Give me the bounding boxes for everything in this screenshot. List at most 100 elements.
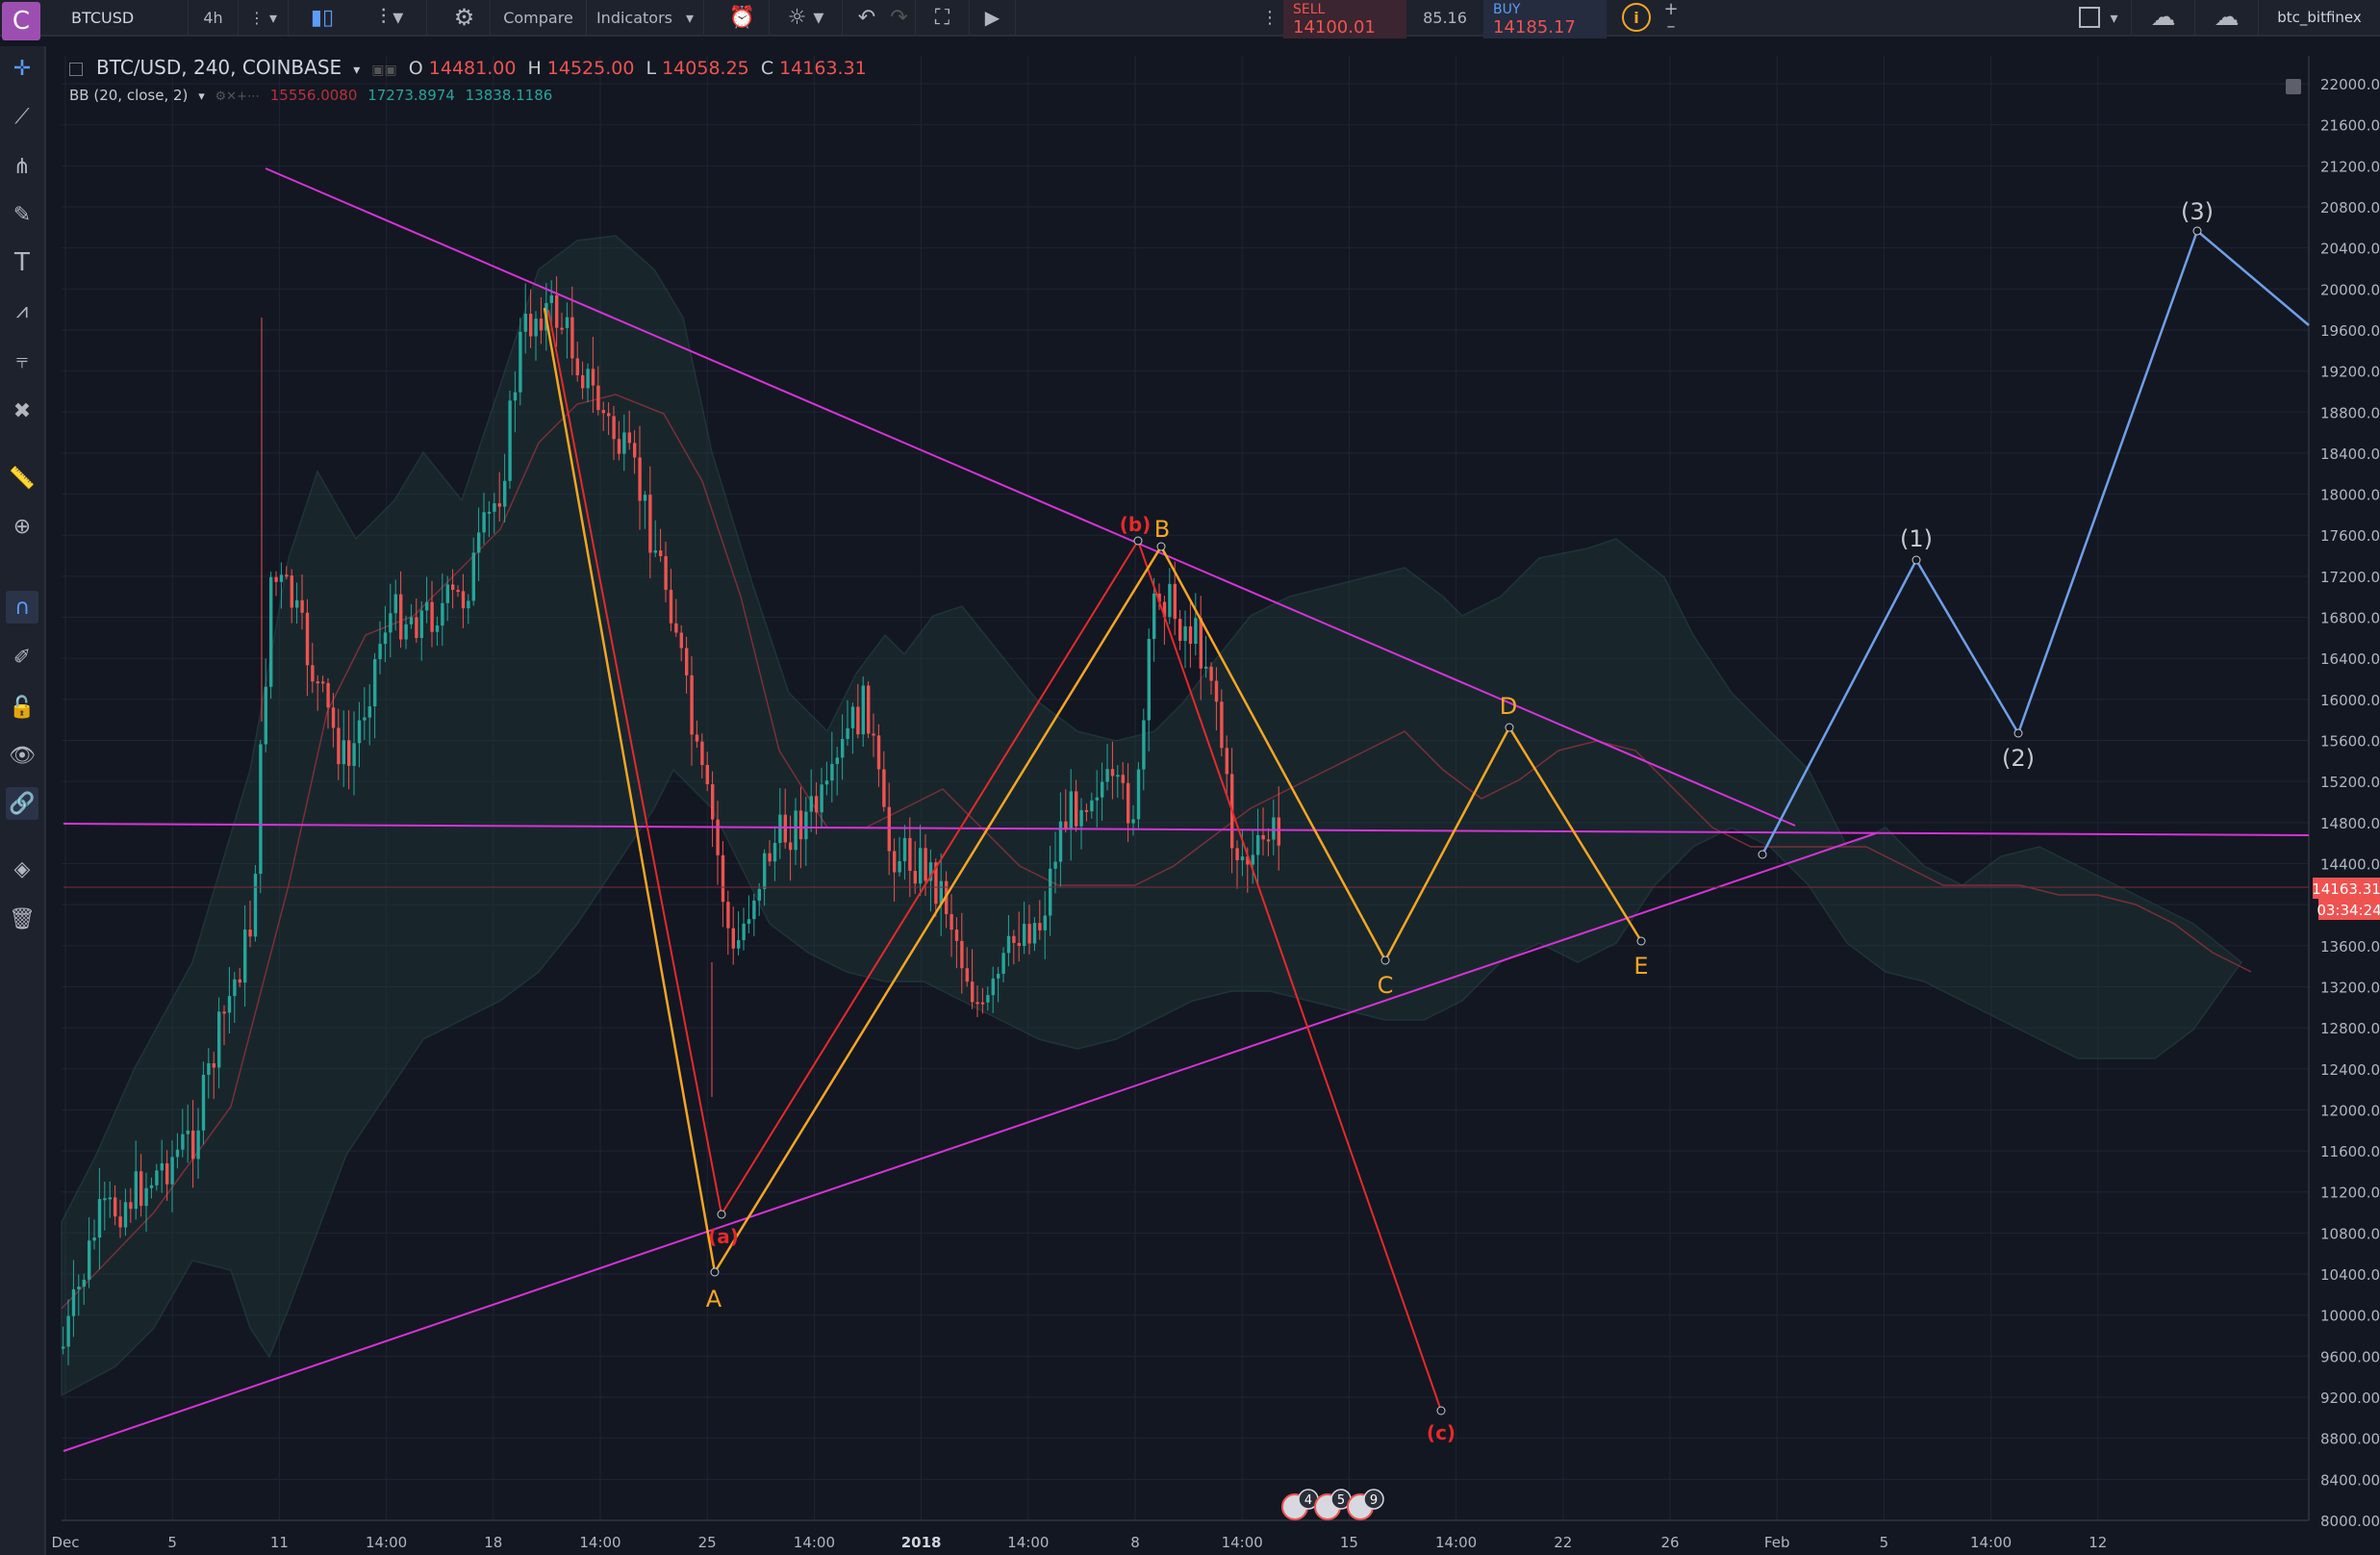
wave-label-a[interactable]: (a) (708, 1225, 739, 1248)
zoom-out-button[interactable]: – (1660, 16, 1682, 37)
wave-label-E[interactable]: E (1633, 953, 1648, 980)
interval-dropdown[interactable]: ⋮ ▾ (239, 0, 289, 35)
chevron-down-icon[interactable]: ▾ (353, 63, 360, 78)
bars-icon: ⫶ ▾ (380, 5, 404, 30)
wave-label-D[interactable]: D (1500, 693, 1517, 720)
candle-body (643, 495, 647, 501)
replay-button[interactable]: ▶ (970, 0, 1016, 35)
candle-body (898, 860, 901, 873)
save-layout-button[interactable]: ☁ (2195, 0, 2259, 35)
chart-type-button[interactable]: ⫶ ▾ (358, 0, 427, 35)
chevron-down-icon[interactable]: ▾ (198, 89, 205, 104)
ideas-button[interactable]: ☼ ▾ (770, 0, 843, 35)
compare-button[interactable]: Compare (491, 0, 587, 35)
wave-node[interactable] (1133, 536, 1143, 546)
undo-button[interactable]: ↶ (850, 0, 883, 35)
app-logo[interactable]: C (2, 2, 40, 40)
wave-node[interactable] (1380, 956, 1390, 965)
settings-button[interactable]: ⚙ (439, 0, 491, 35)
wave-label-A[interactable]: A (706, 1286, 722, 1313)
layout-button[interactable]: ▾ (2066, 0, 2132, 35)
bb-label[interactable]: BB (20, close, 2) (69, 87, 188, 104)
wave-label-c[interactable]: (c) (1427, 1421, 1456, 1444)
stay-in-drawing-tool[interactable]: ✐ (6, 641, 38, 674)
drag-handle[interactable]: ⋮ (1260, 0, 1279, 35)
price-chart[interactable]: 22000.00 21600.00 21200.00 20800.00 20400.00… (0, 0, 2380, 1555)
load-layout-button[interactable]: ☁ (2132, 0, 2195, 35)
wave-node[interactable] (1156, 542, 1166, 551)
measure-tool[interactable]: 📏 (6, 462, 38, 495)
text-tool[interactable]: T (6, 246, 38, 279)
wave-label-C[interactable]: C (1378, 972, 1394, 999)
object-tree-button[interactable]: ◈ (6, 853, 38, 885)
magnet-tool[interactable]: ∩ (6, 591, 38, 624)
trend-line-tool[interactable]: ⟋ (6, 100, 38, 133)
candle-body (451, 584, 455, 591)
candle-body (997, 973, 1000, 979)
wave-node[interactable] (717, 1210, 726, 1219)
buy-button[interactable]: BUY 14185.17 (1483, 0, 1607, 38)
wave-node[interactable] (1636, 936, 1646, 946)
wave-label-b[interactable]: (b) (1120, 513, 1152, 536)
candles-style-button[interactable]: ▮▯ (298, 0, 346, 35)
candle-body (570, 317, 574, 359)
bb-settings-icon[interactable]: ⚙✕+⋯ (215, 89, 260, 104)
wave-node[interactable] (2013, 728, 2023, 738)
zoom-tool[interactable]: ⊕ (6, 510, 38, 543)
info-button[interactable]: i (1616, 0, 1657, 35)
sell-button[interactable]: SELL 14100.01 (1283, 0, 1406, 38)
wave-label-2[interactable]: (2) (2002, 745, 2035, 772)
wave-node[interactable] (710, 1267, 720, 1277)
candle-body (560, 327, 564, 330)
wave-node[interactable] (1758, 850, 1767, 859)
wave-node[interactable] (1436, 1406, 1446, 1415)
candle-body (1101, 781, 1104, 798)
candle-body (342, 740, 345, 765)
wave-node[interactable] (1912, 555, 1921, 565)
candle-body (949, 914, 953, 930)
indicators-button[interactable]: Indicators ▾ (587, 0, 704, 35)
symbol-search[interactable]: BTCUSD (44, 0, 189, 35)
candle-body (326, 682, 330, 708)
candle-body (389, 613, 392, 633)
user-menu[interactable]: btc_bitfinex (2259, 0, 2380, 35)
zoom-in-button[interactable]: + (1660, 0, 1682, 19)
candle-body (965, 968, 969, 982)
time-tick-label: 5 (167, 1534, 177, 1551)
candle-body (295, 599, 299, 608)
pitchfork-tool[interactable]: ⋔ (6, 150, 38, 183)
brush-tool[interactable]: ✎ (6, 198, 38, 231)
wave-label-3[interactable]: (3) (2181, 198, 2214, 225)
interval-button[interactable]: 4h (189, 0, 239, 35)
chart-properties-icon[interactable] (2286, 79, 2301, 94)
crosshair-tool[interactable]: ✛ (6, 52, 38, 85)
price-tick-label: 10000.00 (2320, 1308, 2380, 1325)
candle-body (700, 741, 704, 765)
candle-body (357, 720, 362, 744)
legend-title[interactable]: BTC/USD, 240, COINBASE (96, 56, 342, 79)
candle-body (690, 675, 694, 735)
candle-body (1173, 583, 1177, 620)
alert-button[interactable]: ⏰ (716, 0, 770, 35)
hide-drawings-button[interactable]: 👁 (6, 739, 38, 772)
legend-collapse-icon[interactable] (69, 62, 83, 76)
redo-icon: ↷ (890, 5, 908, 30)
eye-icon: 👁 (9, 743, 36, 768)
wave-node[interactable] (1505, 723, 1514, 732)
legend-settings-icon[interactable]: ▣▣ (371, 63, 396, 78)
candle-body (763, 853, 767, 889)
sync-drawings-button[interactable]: 🔗 (6, 787, 38, 820)
pattern-tool[interactable]: ⩘ (6, 294, 38, 327)
logo-letter: C (12, 7, 31, 36)
fullscreen-button[interactable]: ⛶ (916, 0, 970, 35)
wave-node[interactable] (2192, 226, 2202, 236)
trash-button[interactable]: 🗑 (6, 903, 38, 935)
redo-button[interactable]: ↷ (883, 0, 916, 35)
wave-label-B[interactable]: B (1154, 516, 1170, 543)
zoom-icon: ⊕ (13, 514, 32, 539)
lock-drawings-button[interactable]: 🔓 (6, 691, 38, 724)
forecast-tool[interactable]: ⫧ (6, 344, 38, 377)
wave-label-1[interactable]: (1) (1900, 525, 1933, 552)
remove-drawings-button[interactable]: ✖ (6, 395, 38, 427)
candle-body (669, 589, 673, 624)
